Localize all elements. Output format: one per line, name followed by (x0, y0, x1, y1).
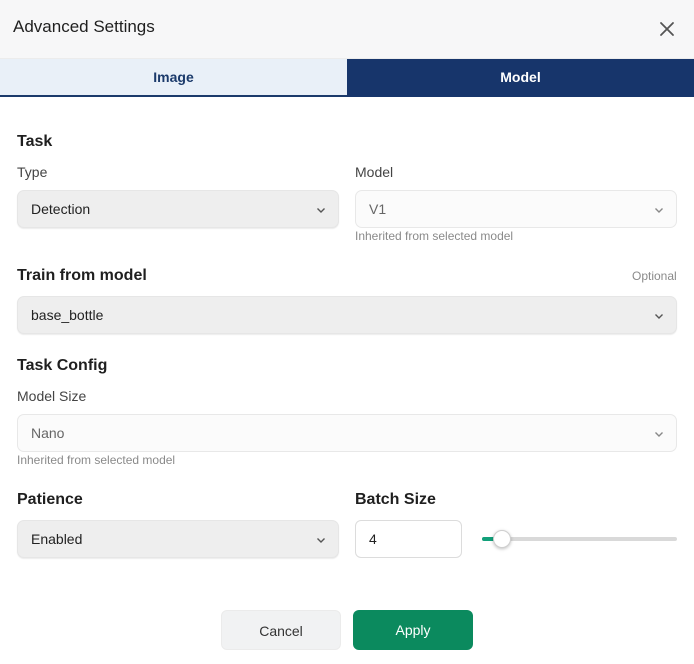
cancel-button[interactable]: Cancel (221, 610, 341, 650)
type-select[interactable]: Detection (17, 190, 339, 228)
model-size-label: Model Size (17, 388, 87, 404)
chevron-down-icon (317, 208, 325, 213)
chevron-down-icon (317, 538, 325, 543)
batch-size-slider-thumb[interactable] (492, 530, 511, 548)
patience-select[interactable]: Enabled (17, 520, 339, 558)
tab-image[interactable]: Image (0, 59, 347, 97)
task-section-title: Task (17, 133, 53, 150)
model-size-select: Nano (17, 414, 677, 452)
model-label: Model (355, 164, 394, 180)
chevron-down-icon (655, 314, 663, 319)
batch-size-title: Batch Size (355, 491, 436, 508)
model-select: V1 (355, 190, 677, 228)
patience-value: Enabled (31, 531, 83, 547)
chevron-down-icon (655, 432, 663, 437)
patience-title: Patience (17, 491, 83, 508)
train-from-model-select[interactable]: base_bottle (17, 296, 677, 334)
chevron-down-icon (655, 208, 663, 213)
optional-label: Optional (632, 269, 677, 283)
task-config-title: Task Config (17, 357, 108, 374)
batch-size-field (355, 520, 462, 558)
train-from-model-value: base_bottle (31, 307, 104, 323)
train-from-model-title: Train from model (17, 267, 147, 284)
apply-button[interactable]: Apply (353, 610, 473, 650)
tab-model[interactable]: Model (347, 59, 694, 97)
type-select-value: Detection (31, 201, 91, 217)
dialog-header: Advanced Settings (0, 0, 694, 59)
model-size-value: Nano (31, 425, 65, 441)
type-label: Type (17, 164, 48, 180)
model-size-inherited-hint: Inherited from selected model (17, 453, 176, 467)
batch-size-slider[interactable] (482, 530, 677, 548)
batch-size-input[interactable] (356, 521, 461, 557)
dialog-title: Advanced Settings (13, 17, 155, 36)
close-icon[interactable] (656, 18, 678, 40)
model-inherited-hint: Inherited from selected model (355, 229, 514, 243)
model-select-value: V1 (369, 201, 387, 217)
tab-bar: Image Model (0, 59, 694, 97)
